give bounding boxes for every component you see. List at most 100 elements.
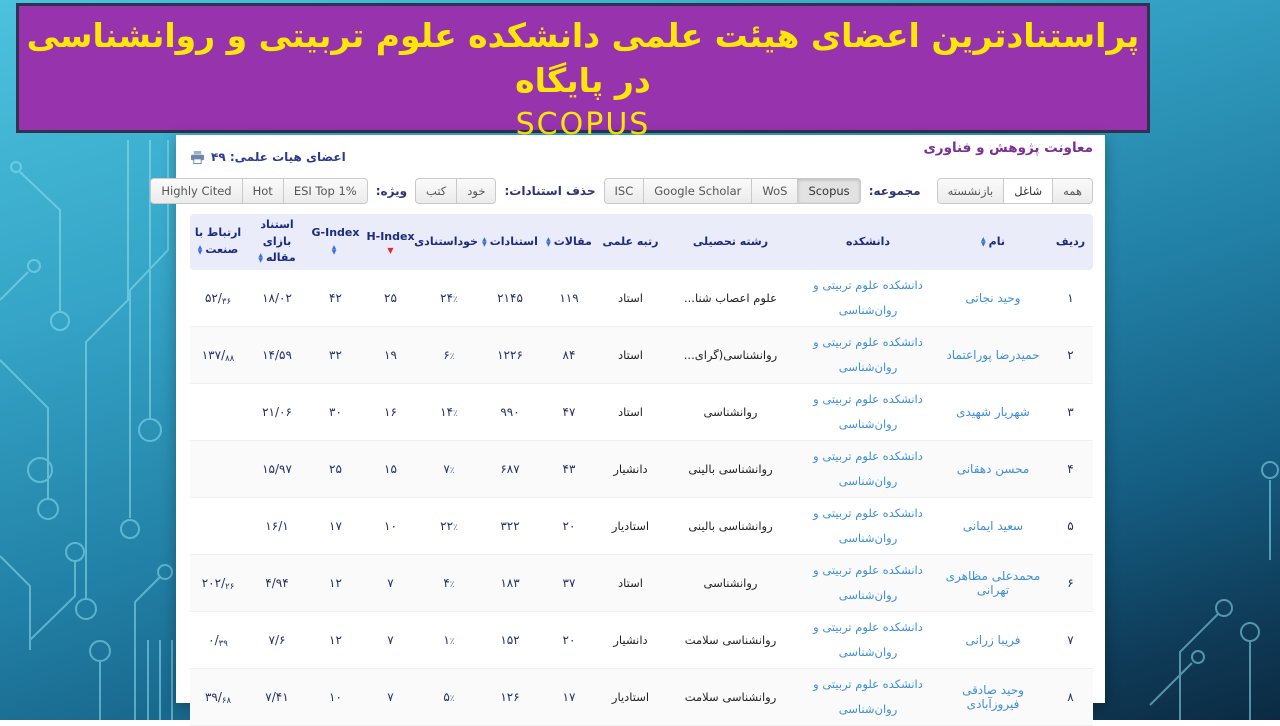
cell-field: روانشناسی سلامت (684, 632, 777, 647)
panel-header: معاونت پژوهش و فناوری اعضای هیات علمی: ۴… (190, 135, 1093, 174)
cell-faculty[interactable]: دانشکده علوم تربیتی و روان‌شناسی (798, 271, 938, 325)
table-header-row: ردیف نام ▲ ▼ دانشکده رشته تحصیلی رتبه علمی مقال… (190, 214, 1093, 270)
cell-industry-relation: ۲۰۲/۲۶ (201, 575, 235, 592)
cell-field: روانشناسی بالینی (688, 461, 773, 476)
cell-citations: ۱۲۲۶ (497, 347, 523, 362)
cell-faculty[interactable]: دانشکده علوم تربیتی و روان‌شناسی (798, 556, 938, 610)
filter-button-google-scholar[interactable]: Google Scholar (643, 178, 753, 204)
faculty-member-link[interactable]: شهریار شهیدی (956, 405, 1030, 419)
filter-button-scopus[interactable]: Scopus (797, 178, 861, 204)
cell-g-index: ۳۲ (329, 347, 342, 362)
sort-both-icon[interactable]: ▲ ▼ (258, 253, 263, 264)
column-header-cpp[interactable]: استناد بازای مقاله ▲ ▼ (246, 214, 308, 270)
sort-both-icon[interactable]: ▲ ▼ (981, 236, 986, 247)
column-label: مقالات (553, 234, 592, 248)
remove-citations-group: خود کتب (415, 178, 497, 204)
special-filter-group: ESI Top 1% Hot Highly Cited (150, 178, 368, 204)
cell-rank: استادیار (611, 518, 650, 533)
faculty-member-link[interactable]: سعید ایمانی (963, 519, 1023, 533)
cell-row-number: ۳ (1067, 404, 1074, 419)
faculty-count[interactable]: اعضای هیات علمی: ۴۹ (190, 150, 346, 164)
column-label: نام (988, 234, 1005, 248)
cell-faculty[interactable]: دانشکده علوم تربیتی و روان‌شناسی (798, 442, 938, 496)
filter-button-بازنشسته[interactable]: بازنشسته (936, 178, 1005, 204)
cell-field: علوم اعصاب شنا... (684, 290, 777, 305)
faculty-member-link[interactable]: وحید صادقی فیروزآبادی (962, 683, 1024, 711)
faculty-member-link[interactable]: محمدعلی مظاهری تهرانی (946, 569, 1041, 597)
cell-self-citation: ۶٪ (443, 347, 455, 362)
filter-button-شاغل[interactable]: شاغل (1003, 178, 1054, 204)
column-header-h_index[interactable]: H-Index ▼ (363, 226, 418, 259)
cell-citations: ۱۲۶ (500, 689, 520, 704)
cell-citations: ۱۵۲ (500, 632, 520, 647)
cell-faculty[interactable]: دانشکده علوم تربیتی و روان‌شناسی (798, 613, 938, 667)
column-label: خوداستنادی (414, 234, 478, 248)
cell-citations: ۹۹۰ (500, 404, 520, 419)
column-header-citations[interactable]: استنادات ▲ ▼ (480, 231, 540, 254)
cell-field: روانشناسی (703, 404, 758, 419)
cell-rank: استاد (618, 404, 643, 419)
cell-name[interactable]: محسن دهقانی (938, 460, 1048, 478)
cell-h-index: ۱۰ (384, 518, 397, 533)
faculty-member-link[interactable]: فریبا زرانی (965, 633, 1020, 647)
cell-name[interactable]: شهریار شهیدی (938, 403, 1048, 421)
cell-citations-per-article: ۱۸/۰۲ (262, 290, 292, 305)
sort-both-icon[interactable]: ▲ ▼ (482, 236, 487, 247)
filter-button-esi-top-1%[interactable]: ESI Top 1% (282, 178, 368, 204)
cell-citations-per-article: ۱۵/۹۷ (262, 461, 292, 476)
cell-field: روانشناسی (703, 575, 758, 590)
filter-button-wos[interactable]: WoS (751, 178, 799, 204)
cell-faculty[interactable]: دانشکده علوم تربیتی و روان‌شناسی (798, 670, 938, 724)
cell-name[interactable]: محمدعلی مظاهری تهرانی (938, 567, 1048, 599)
column-header-g_index[interactable]: G-Index ▲ ▼ (308, 222, 363, 261)
cell-g-index: ۳۰ (329, 404, 342, 419)
sort-both-icon[interactable]: ▲ ▼ (198, 244, 203, 255)
table-row: ۸ وحید صادقی فیروزآبادی دانشکده علوم تربیت… (190, 668, 1093, 726)
cell-faculty[interactable]: دانشکده علوم تربیتی و روان‌شناسی (798, 385, 938, 439)
column-label: دانشکده (846, 234, 890, 248)
column-header-name[interactable]: نام ▲ ▼ (938, 231, 1048, 254)
faculty-count-label: اعضای هیات علمی: ۴۹ (211, 150, 346, 164)
filter-button-کتب[interactable]: کتب (415, 178, 458, 204)
cell-industry-relation: ۵۲/۳۶ (204, 290, 232, 307)
cell-self-citation: ۱٪ (443, 632, 455, 647)
faculty-member-link[interactable]: وحید نجاتی (965, 291, 1020, 305)
cell-h-index: ۷ (387, 689, 394, 704)
cell-citations-per-article: ۷/۴۱ (265, 689, 289, 704)
column-header-industry[interactable]: ارتباط با صنعت ▲ ▼ (190, 222, 246, 261)
faculty-member-link[interactable]: محسن دهقانی (957, 462, 1030, 476)
cell-name[interactable]: حمیدرضا پوراعتماد (938, 346, 1048, 364)
cell-name[interactable]: سعید ایمانی (938, 517, 1048, 535)
cell-faculty[interactable]: دانشکده علوم تربیتی و روان‌شناسی (798, 328, 938, 382)
cell-row-number: ۸ (1067, 689, 1074, 704)
table-row: ۵ سعید ایمانی دانشکده علوم تربیتی و روان‌شن… (190, 497, 1093, 555)
cell-rank: استاد (618, 575, 643, 590)
cell-h-index: ۱۵ (384, 461, 397, 476)
cell-citations-per-article: ۱۴/۵۹ (262, 347, 292, 362)
column-label: H-Index (366, 229, 415, 243)
column-label: G-Index (311, 226, 360, 240)
cell-name[interactable]: وحید صادقی فیروزآبادی (938, 681, 1048, 713)
sort-both-icon[interactable]: ▲ ▼ (332, 244, 337, 255)
column-header-faculty: دانشکده (798, 231, 938, 254)
printer-icon[interactable] (190, 150, 205, 164)
cell-industry-relation: ۱۳۷/۸۸ (201, 347, 235, 364)
sort-both-icon[interactable]: ▲ ▼ (546, 236, 551, 247)
cell-name[interactable]: وحید نجاتی (938, 289, 1048, 307)
cell-faculty[interactable]: دانشکده علوم تربیتی و روان‌شناسی (798, 499, 938, 553)
filter-bar: همه شاغل بازنشسته مجموعه: Scopus WoS Google … (150, 176, 1093, 206)
sort-desc-icon[interactable]: ▼ (365, 247, 416, 255)
cell-articles: ۴۷ (562, 404, 576, 419)
cell-articles: ۸۴ (562, 347, 576, 362)
filter-button-همه[interactable]: همه (1052, 178, 1093, 204)
column-label: استناد بازای مقاله (260, 218, 296, 264)
banner-title: پراستنادترین اعضای هیئت علمی دانشکده علو… (26, 16, 1140, 100)
faculty-member-link[interactable]: حمیدرضا پوراعتماد (946, 348, 1039, 362)
cell-name[interactable]: فریبا زرانی (938, 631, 1048, 649)
filter-button-isc[interactable]: ISC (603, 178, 645, 204)
filter-button-خود[interactable]: خود (456, 178, 497, 204)
filter-button-highly-cited[interactable]: Highly Cited (150, 178, 243, 204)
filter-button-hot[interactable]: Hot (241, 178, 284, 204)
cell-h-index: ۲۵ (384, 290, 397, 305)
column-header-articles[interactable]: مقالات ▲ ▼ (540, 231, 598, 254)
